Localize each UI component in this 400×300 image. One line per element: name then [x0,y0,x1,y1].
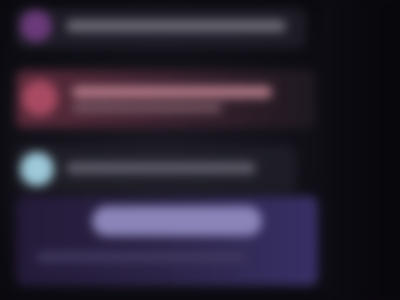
avatar [22,80,58,116]
list-item-text [66,162,256,174]
list-item-text [66,20,286,32]
blurred-screen [0,0,400,300]
list-item-text [72,86,272,98]
list-item-highlighted[interactable] [16,70,316,128]
avatar [20,152,54,186]
list-item-subtext [72,104,222,112]
avatar [20,10,52,42]
side-panel [320,0,400,300]
pill-button[interactable] [92,206,262,236]
panel-text [36,252,246,262]
